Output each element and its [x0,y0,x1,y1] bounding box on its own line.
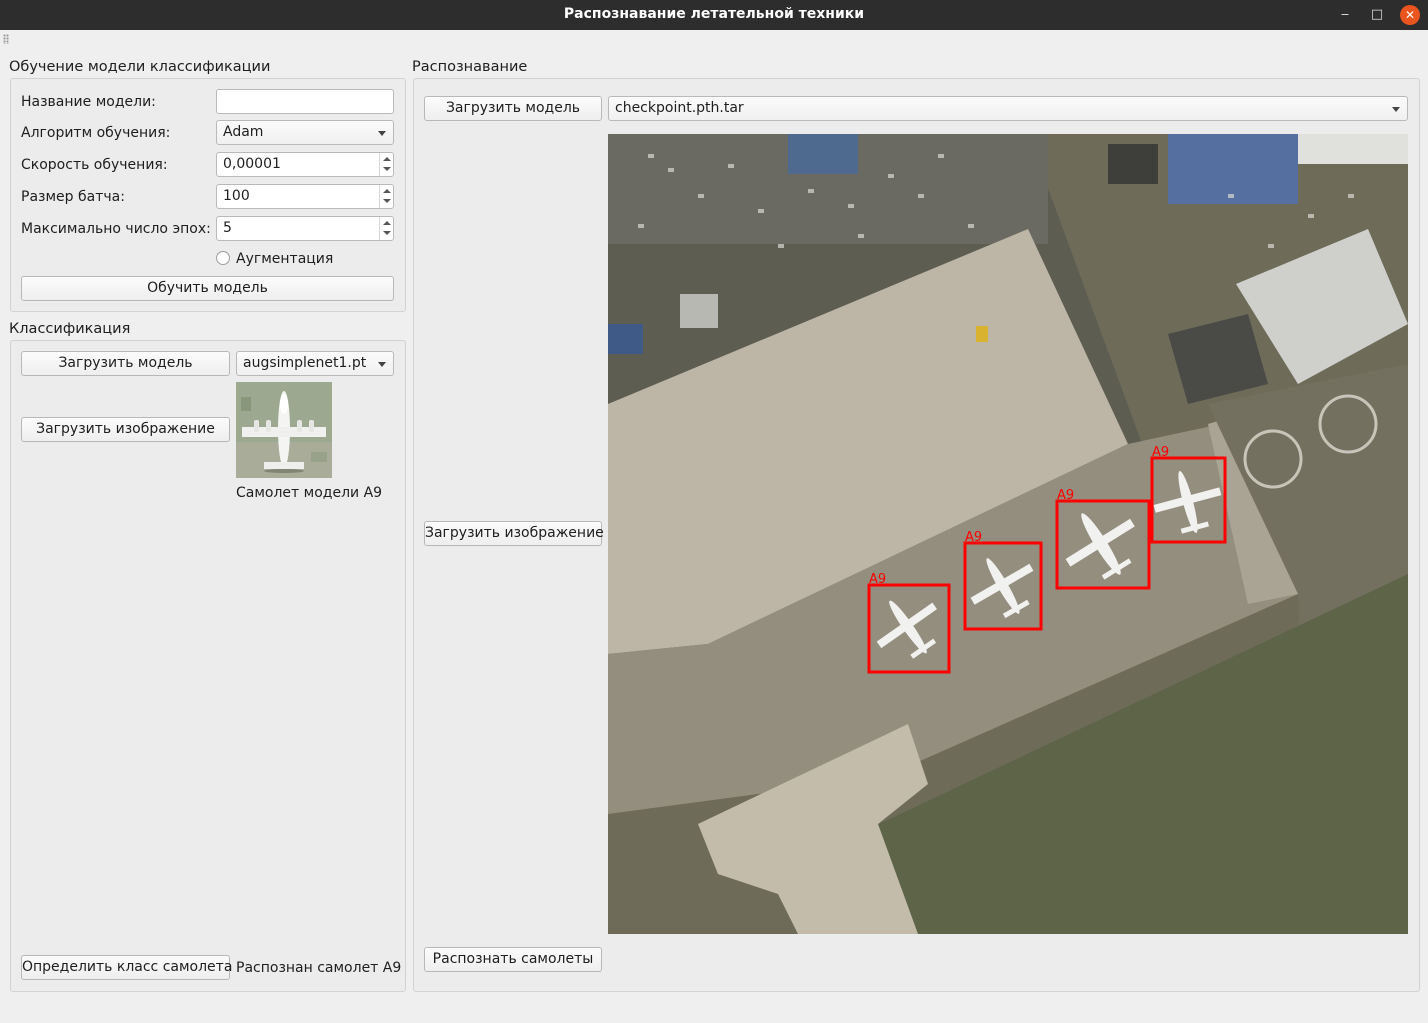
detection-model-value: checkpoint.pth.tar [615,100,744,116]
detection-label: A9 [965,530,982,545]
learning-rate-value: 0,00001 [223,156,281,172]
algorithm-label: Алгоритм обучения: [21,125,171,141]
augmentation-label[interactable]: Аугментация [236,250,333,268]
training-group-title: Обучение модели классификации [9,59,271,75]
spin-buttons[interactable] [379,153,393,176]
spin-up-icon[interactable] [383,157,391,161]
augmentation-radio[interactable] [216,251,230,265]
learning-rate-spinbox[interactable]: 0,00001 [216,152,394,177]
detection-load-image-button[interactable]: Загрузить изображение [424,521,604,546]
classify-aircraft-button[interactable]: Определить класс самолета [21,955,232,980]
max-epochs-label: Максимально число эпох: [21,221,211,237]
detection-load-model-button[interactable]: Загрузить модель [424,96,602,121]
learning-rate-label: Скорость обучения: [21,157,168,173]
spin-down-icon[interactable] [383,167,391,171]
spin-buttons[interactable] [379,185,393,208]
aerial-image: A9 A9 A9 A9 [608,134,1408,934]
classification-group-title: Классификация [9,321,131,337]
detection-label: A9 [1152,445,1169,460]
toolbar-grip-icon[interactable] [3,34,9,44]
classification-load-image-button[interactable]: Загрузить изображение [21,417,230,442]
classification-image-caption: Самолет модели A9 [236,485,383,501]
spin-down-icon[interactable] [383,199,391,203]
spin-down-icon[interactable] [383,231,391,235]
aircraft-thumbnail [236,382,332,478]
batch-size-label: Размер батча: [21,189,125,205]
classification-model-select[interactable]: augsimplenet1.pt [236,351,394,376]
minimize-icon[interactable]: ‒ [1335,5,1355,25]
algorithm-select[interactable]: Adam [216,120,394,145]
algorithm-value: Adam [223,124,264,140]
window-title: Распознавание летательной техники [563,6,865,22]
chevron-down-icon [378,362,386,367]
window-titlebar: Распознавание летательной техники ‒ □ ✕ [0,0,1428,30]
detection-label: A9 [869,572,886,587]
close-icon[interactable]: ✕ [1400,5,1420,25]
classification-model-value: augsimplenet1.pt [243,355,367,371]
classification-result: Распознан самолет A9 [236,960,402,976]
max-epochs-spinbox[interactable]: 5 [216,216,394,241]
spin-buttons[interactable] [379,217,393,240]
spin-up-icon[interactable] [383,189,391,193]
train-model-button[interactable]: Обучить модель [21,276,394,301]
model-name-label: Название модели: [21,94,156,110]
aircraft-image [236,382,332,478]
spin-up-icon[interactable] [383,221,391,225]
detection-model-select[interactable]: checkpoint.pth.tar [608,96,1408,121]
detect-aircraft-button[interactable]: Распознать самолеты [424,947,602,972]
max-epochs-value: 5 [223,220,232,236]
batch-size-value: 100 [223,188,250,204]
detection-label: A9 [1057,488,1074,503]
chevron-down-icon [1392,107,1400,112]
model-name-field[interactable] [216,89,394,114]
batch-size-spinbox[interactable]: 100 [216,184,394,209]
aerial-image-view: A9 A9 A9 A9 [608,134,1408,934]
detection-group-title: Распознавание [412,59,528,75]
chevron-down-icon [378,131,386,136]
menubar [0,30,1428,46]
maximize-icon[interactable]: □ [1367,5,1387,25]
classification-load-model-button[interactable]: Загрузить модель [21,351,230,376]
